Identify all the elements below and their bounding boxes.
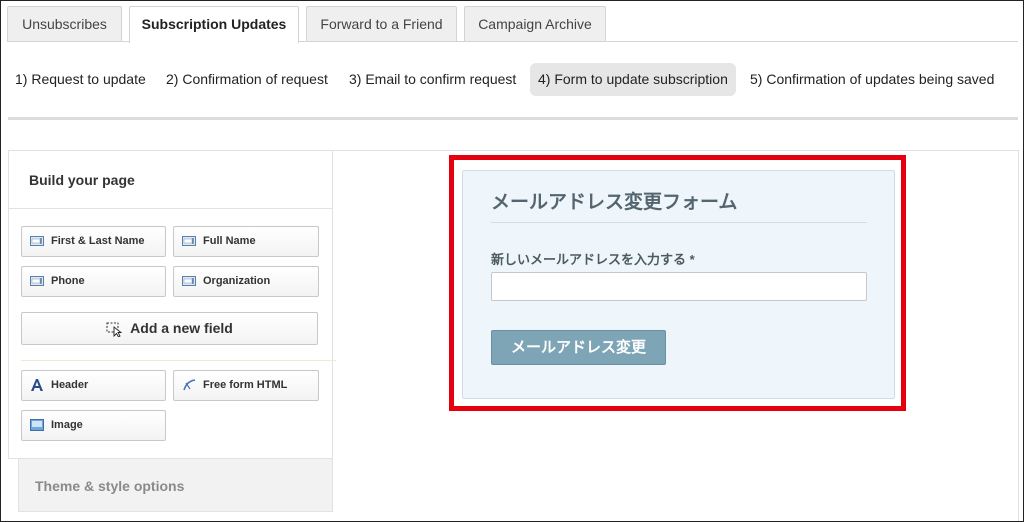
block-button-label: Image <box>51 419 83 431</box>
step-nav: 1) Request to update 2) Confirmation of … <box>8 63 1016 96</box>
add-image-button[interactable]: Image <box>21 410 166 441</box>
field-icon <box>182 236 196 246</box>
add-free-form-html-button[interactable]: Free form HTML <box>173 370 319 401</box>
html-icon <box>183 379 196 391</box>
field-button-label: Full Name <box>203 235 256 247</box>
tab-subscription-updates[interactable]: Subscription Updates <box>129 6 299 43</box>
field-button-label: First & Last Name <box>51 235 145 247</box>
tab-bar: Unsubscribes Subscription Updates Forwar… <box>7 6 1024 43</box>
add-header-button[interactable]: Header <box>21 370 166 401</box>
add-new-field-button[interactable]: Add a new field <box>21 312 318 345</box>
add-field-icon <box>106 322 123 338</box>
field-icon <box>30 276 44 286</box>
step-email-to-confirm[interactable]: 3) Email to confirm request <box>349 63 516 96</box>
build-panel-title: Build your page <box>9 151 332 209</box>
add-new-field-label: Add a new field <box>130 320 233 336</box>
build-panel: Build your page First & Last Name Full N… <box>8 150 336 459</box>
field-icon <box>30 236 44 246</box>
tab-forward-to-a-friend[interactable]: Forward to a Friend <box>306 6 457 42</box>
step-form-to-update[interactable]: 4) Form to update subscription <box>530 63 736 96</box>
highlight-box <box>449 155 906 411</box>
block-button-label: Free form HTML <box>203 379 288 391</box>
panel-divider <box>21 360 336 361</box>
add-first-last-name-button[interactable]: First & Last Name <box>21 226 166 257</box>
tab-campaign-archive[interactable]: Campaign Archive <box>464 6 606 42</box>
image-icon <box>30 419 44 431</box>
block-button-label: Header <box>51 379 89 391</box>
steps-divider <box>8 117 1018 120</box>
step-confirmation-of-updates[interactable]: 5) Confirmation of updates being saved <box>750 63 994 96</box>
add-full-name-button[interactable]: Full Name <box>173 226 319 257</box>
theme-style-options[interactable]: Theme & style options <box>18 458 333 512</box>
field-icon <box>182 276 196 286</box>
tab-unsubscribes[interactable]: Unsubscribes <box>7 6 122 42</box>
step-confirmation-of-request[interactable]: 2) Confirmation of request <box>166 63 328 96</box>
step-request-to-update[interactable]: 1) Request to update <box>15 63 146 96</box>
add-phone-button[interactable]: Phone <box>21 266 166 297</box>
field-button-label: Organization <box>203 275 271 287</box>
add-organization-button[interactable]: Organization <box>173 266 319 297</box>
header-icon <box>31 379 43 391</box>
field-button-label: Phone <box>51 275 85 287</box>
